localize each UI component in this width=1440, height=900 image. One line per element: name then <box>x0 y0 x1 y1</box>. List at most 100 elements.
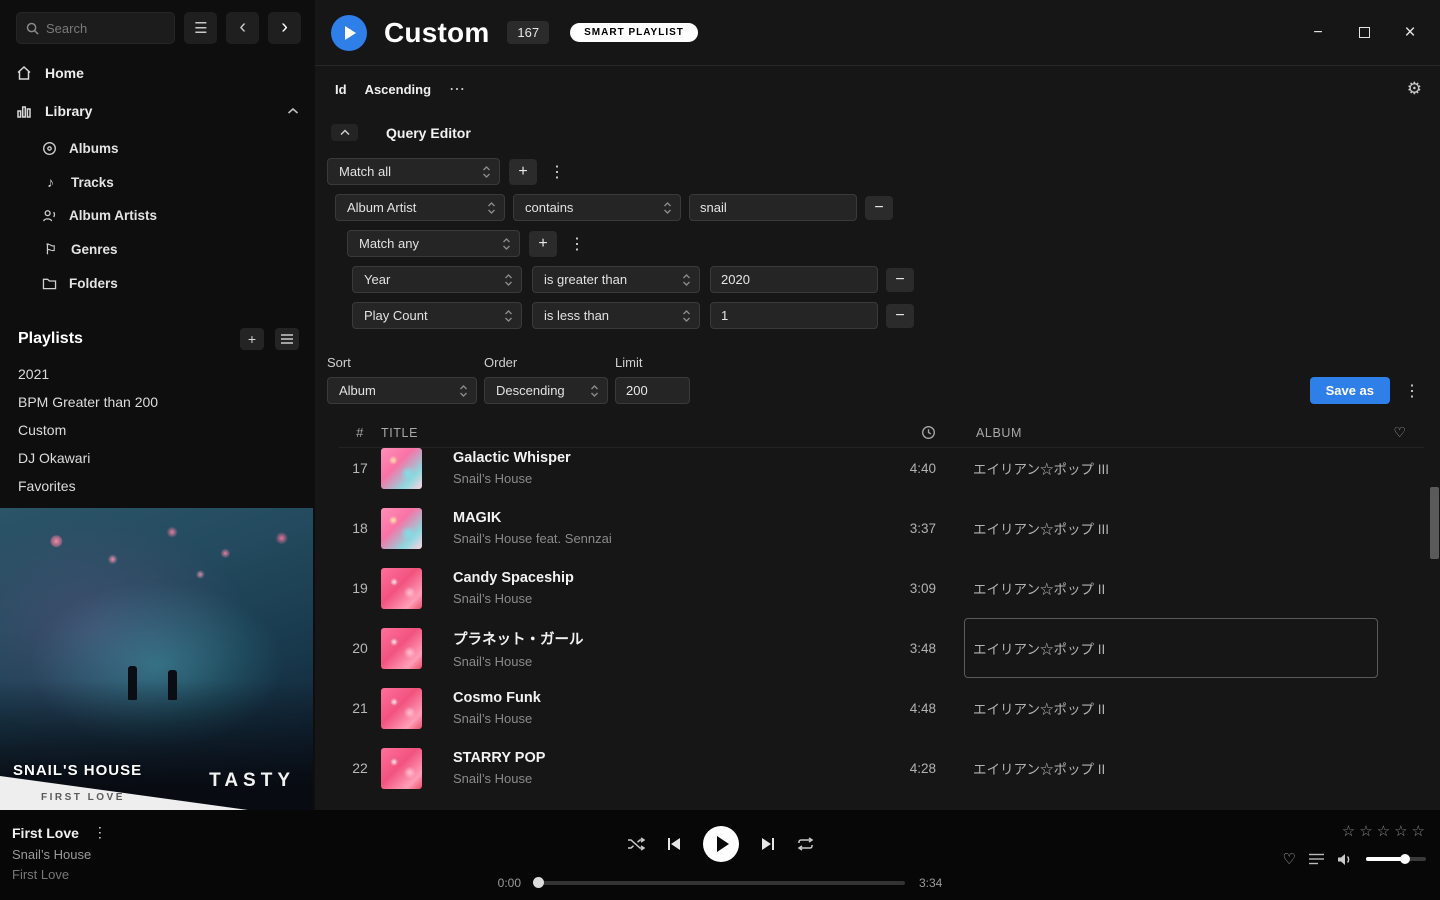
playlist-item[interactable]: DJ Okawari <box>0 444 315 472</box>
row-title: STARRY POP <box>453 750 856 766</box>
remove-rule-icon[interactable]: − <box>865 196 893 220</box>
kebab-icon[interactable]: ⋮ <box>545 162 569 182</box>
close-icon[interactable]: × <box>1394 18 1426 48</box>
table-row[interactable]: 19 Candy Spaceship Snail’s House 3:09 エイ… <box>339 558 1424 618</box>
heart-icon[interactable]: ♡ <box>1393 424 1406 441</box>
rule-field-select[interactable]: Year <box>352 266 522 293</box>
remove-rule-icon[interactable]: − <box>886 268 914 292</box>
repeat-icon[interactable] <box>797 837 814 851</box>
clock-icon[interactable] <box>921 425 936 440</box>
row-artist[interactable]: Snail’s House <box>453 471 856 486</box>
playlist-list-icon[interactable] <box>275 328 299 350</box>
sidebar-item-genres[interactable]: ⚐ Genres <box>0 232 315 267</box>
seek-slider[interactable] <box>535 881 905 885</box>
scrollbar[interactable] <box>1430 487 1439 559</box>
next-track-icon[interactable] <box>761 837 775 851</box>
row-album-focused[interactable]: エイリアン☆ポップ II <box>936 618 1376 678</box>
now-playing-album[interactable]: First Love <box>12 867 111 882</box>
now-playing-title[interactable]: First Love <box>12 825 79 841</box>
table-row[interactable]: 17 Galactic Whisper Snail’s House 4:40 エ… <box>339 448 1424 498</box>
rule-field-select[interactable]: Play Count <box>352 302 522 329</box>
row-artist[interactable]: Snail’s House <box>453 591 856 606</box>
add-rule-icon[interactable]: + <box>529 231 557 257</box>
menu-icon[interactable]: ☰ <box>184 12 217 44</box>
playlist-play-button[interactable] <box>331 15 367 51</box>
rule-operator-select[interactable]: contains <box>513 194 681 221</box>
row-artist[interactable]: Snail’s House feat. Sennzai <box>453 531 856 546</box>
sort-order-button[interactable]: Ascending <box>365 82 431 97</box>
column-title[interactable]: TITLE <box>381 426 856 440</box>
star-icon[interactable]: ☆ <box>1341 822 1356 840</box>
shuffle-icon[interactable] <box>627 837 645 851</box>
kebab-icon[interactable]: ⋮ <box>565 234 589 254</box>
sidebar-item-albums[interactable]: Albums <box>0 132 315 165</box>
column-album[interactable]: ALBUM <box>936 426 1376 440</box>
forward-icon[interactable]: › <box>268 12 301 44</box>
volume-icon[interactable] <box>1337 853 1353 866</box>
playlist-item[interactable]: Custom <box>0 416 315 444</box>
rule-field-select[interactable]: Album Artist <box>335 194 505 221</box>
now-playing-album-art[interactable]: SNAIL'S HOUSE FIRST LOVE TASTY <box>0 508 313 810</box>
row-artist[interactable]: Snail’s House <box>453 654 856 669</box>
remove-rule-icon[interactable]: − <box>886 304 914 328</box>
star-icon[interactable]: ☆ <box>1358 822 1373 840</box>
match-any-select[interactable]: Match any <box>347 230 520 257</box>
table-row[interactable]: 21 Cosmo Funk Snail’s House 4:48 エイリアン☆ポ… <box>339 678 1424 738</box>
maximize-icon[interactable] <box>1348 18 1380 48</box>
table-row[interactable]: 20 プラネット・ガール Snail’s House 3:48 エイリアン☆ポッ… <box>339 618 1424 678</box>
volume-slider[interactable] <box>1366 857 1426 861</box>
now-playing-artist[interactable]: Snail’s House <box>12 847 111 862</box>
kebab-icon[interactable]: ⋮ <box>1400 381 1424 401</box>
row-artist[interactable]: Snail’s House <box>453 711 856 726</box>
playlist-item[interactable]: 2021 <box>0 360 315 388</box>
star-icon[interactable]: ☆ <box>1393 822 1408 840</box>
column-index[interactable]: # <box>339 425 381 440</box>
sidebar-item-tracks[interactable]: ♪ Tracks <box>0 165 315 199</box>
queue-icon[interactable] <box>1309 853 1324 865</box>
row-artist[interactable]: Snail’s House <box>453 771 856 786</box>
rule-value-input[interactable] <box>710 302 878 329</box>
sidebar-item-album-artists[interactable]: Album Artists <box>0 199 315 232</box>
more-options-icon[interactable]: ⋯ <box>449 79 466 99</box>
add-rule-icon[interactable]: + <box>509 159 537 185</box>
search-box[interactable] <box>16 12 175 44</box>
limit-input[interactable] <box>615 377 690 404</box>
sort-field-button[interactable]: Id <box>335 82 347 97</box>
sort-select[interactable]: Album <box>327 377 477 404</box>
collapse-query-editor-icon[interactable] <box>331 124 358 141</box>
order-select[interactable]: Descending <box>484 377 608 404</box>
favorite-heart-icon[interactable]: ♡ <box>1283 850 1296 868</box>
minimize-icon[interactable]: − <box>1302 18 1334 48</box>
seek-handle[interactable] <box>533 877 544 888</box>
star-icon[interactable]: ☆ <box>1411 822 1426 840</box>
row-album[interactable]: エイリアン☆ポップ II <box>936 738 1376 798</box>
row-album[interactable]: エイリアン☆ポップ III <box>936 448 1376 498</box>
match-all-select[interactable]: Match all <box>327 158 500 185</box>
folders-icon <box>42 277 57 290</box>
sidebar-item-library[interactable]: Library <box>0 92 315 130</box>
row-album[interactable]: エイリアン☆ポップ II <box>936 678 1376 738</box>
kebab-icon[interactable]: ⋮ <box>89 824 111 841</box>
chevron-up-icon[interactable] <box>287 107 299 115</box>
gear-icon[interactable]: ⚙ <box>1407 79 1422 99</box>
table-row[interactable]: 18 MAGIK Snail’s House feat. Sennzai 3:3… <box>339 498 1424 558</box>
save-as-button[interactable]: Save as <box>1310 377 1390 404</box>
sidebar-item-folders[interactable]: Folders <box>0 267 315 300</box>
back-icon[interactable]: ‹ <box>226 12 259 44</box>
add-playlist-icon[interactable]: + <box>240 328 264 350</box>
playlist-item[interactable]: BPM Greater than 200 <box>0 388 315 416</box>
row-album[interactable]: エイリアン☆ポップ III <box>936 498 1376 558</box>
table-row[interactable]: 22 STARRY POP Snail’s House 4:28 エイリアン☆ポ… <box>339 738 1424 798</box>
rule-operator-select[interactable]: is less than <box>532 302 700 329</box>
star-icon[interactable]: ☆ <box>1376 822 1391 840</box>
previous-track-icon[interactable] <box>667 837 681 851</box>
rule-value-input[interactable] <box>689 194 857 221</box>
rule-value-input[interactable] <box>710 266 878 293</box>
volume-handle[interactable] <box>1400 854 1410 864</box>
playlist-item[interactable]: Favorites <box>0 472 315 500</box>
search-input[interactable] <box>46 21 156 36</box>
play-button[interactable] <box>703 826 739 862</box>
rule-operator-select[interactable]: is greater than <box>532 266 700 293</box>
sidebar-item-home[interactable]: Home <box>0 54 315 92</box>
row-album[interactable]: エイリアン☆ポップ II <box>936 558 1376 618</box>
